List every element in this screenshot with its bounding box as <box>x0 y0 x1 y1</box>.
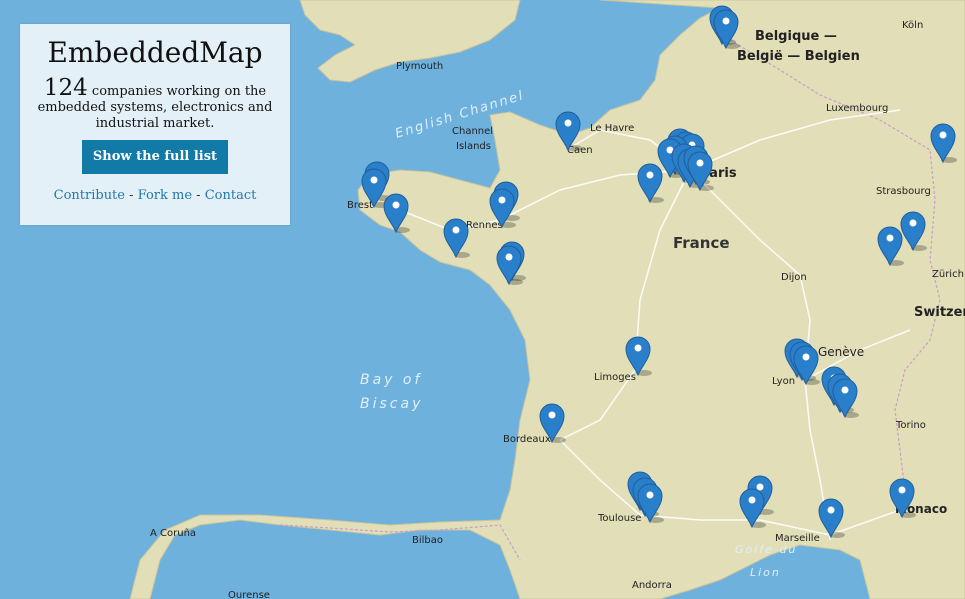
city-label: Toulouse <box>597 513 641 524</box>
show-full-list-button[interactable]: Show the full list <box>81 140 229 174</box>
city-label: Bordeaux <box>503 434 551 445</box>
city-label: Switzer <box>914 305 965 320</box>
sea-label-bay: Bay of <box>360 372 422 388</box>
city-label: Lyon <box>772 376 795 387</box>
city-label: Plymouth <box>396 61 443 72</box>
city-label: Brest <box>347 200 373 211</box>
company-summary: 124 companies working on the embedded sy… <box>36 75 274 132</box>
city-label: Rennes <box>466 220 503 231</box>
sea-label-lion: Lion <box>750 566 781 579</box>
city-label: Le Havre <box>590 123 634 134</box>
city-label: Channel <box>452 126 493 137</box>
city-label: Andorra <box>632 580 672 591</box>
city-label: Köln <box>902 20 923 31</box>
fork-me-link[interactable]: Fork me <box>138 188 192 203</box>
link-separator: - <box>124 188 138 203</box>
city-label: België — Belgien <box>737 49 860 64</box>
city-label: A Coruña <box>150 528 196 539</box>
footer-links: Contribute - Fork me - Contact <box>20 188 290 203</box>
city-label: Marseille <box>775 533 820 544</box>
city-label: Belgique — <box>755 29 837 44</box>
sea-label-golfe: Golfe du <box>735 543 797 556</box>
city-label: Islands <box>456 141 491 152</box>
city-label: Ourense <box>228 590 270 599</box>
city-label: Zürich <box>932 269 964 280</box>
city-label: Genève <box>818 345 864 359</box>
city-label: Limoges <box>594 372 636 383</box>
link-separator: - <box>192 188 205 203</box>
country-label-france: France <box>673 234 730 252</box>
city-label: Luxembourg <box>826 103 888 114</box>
city-label: Torino <box>895 420 926 431</box>
contribute-link[interactable]: Contribute <box>54 188 125 203</box>
contact-link[interactable]: Contact <box>205 188 257 203</box>
city-label: Dijon <box>781 272 807 283</box>
city-label: Strasbourg <box>876 186 931 197</box>
company-count: 124 <box>43 75 88 101</box>
sea-label-biscay: Biscay <box>360 396 423 412</box>
app-title: EmbeddedMap <box>47 36 263 69</box>
info-panel: EmbeddedMap 124 companies working on the… <box>20 24 290 225</box>
city-label: Bilbao <box>412 535 443 546</box>
